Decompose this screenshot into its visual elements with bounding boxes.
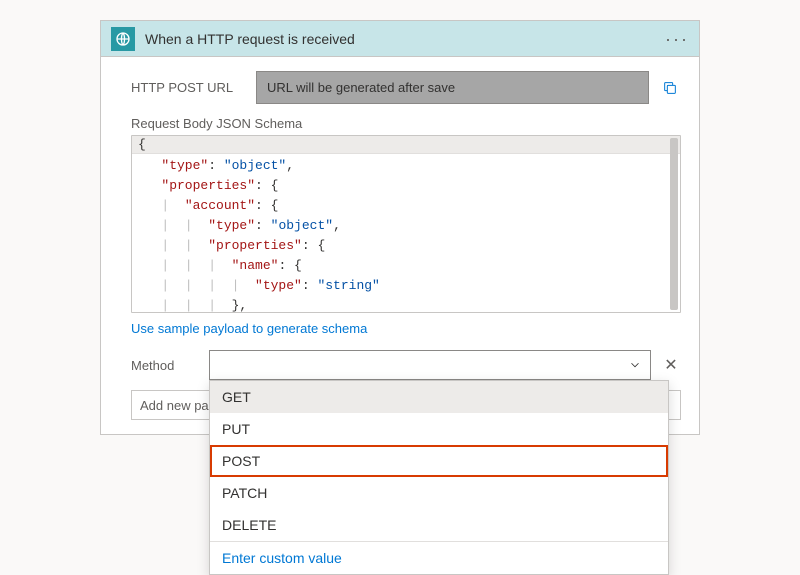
schema-editor[interactable]: { "type": "object", "properties": { | "a… bbox=[131, 135, 681, 313]
card-title: When a HTTP request is received bbox=[145, 31, 665, 47]
http-trigger-icon bbox=[111, 27, 135, 51]
method-option-post[interactable]: POST bbox=[210, 445, 668, 477]
schema-code: "type": "object", "properties": { | "acc… bbox=[132, 154, 680, 313]
url-value: URL will be generated after save bbox=[256, 71, 649, 104]
clear-method-button[interactable]: ✕ bbox=[661, 355, 681, 375]
method-option-delete[interactable]: DELETE bbox=[210, 509, 668, 541]
method-dropdown: GET PUT POST PATCH DELETE Enter custom v… bbox=[209, 380, 669, 575]
method-label: Method bbox=[131, 358, 199, 373]
method-select[interactable] bbox=[209, 350, 651, 380]
method-custom-value[interactable]: Enter custom value bbox=[210, 541, 668, 574]
schema-line-1: { bbox=[132, 136, 680, 154]
method-option-patch[interactable]: PATCH bbox=[210, 477, 668, 509]
schema-label: Request Body JSON Schema bbox=[131, 116, 681, 131]
sample-payload-link[interactable]: Use sample payload to generate schema bbox=[131, 321, 367, 336]
url-label: HTTP POST URL bbox=[131, 80, 246, 95]
method-option-put[interactable]: PUT bbox=[210, 413, 668, 445]
method-option-get[interactable]: GET bbox=[210, 381, 668, 413]
chevron-down-icon bbox=[628, 358, 642, 372]
trigger-card: When a HTTP request is received ··· HTTP… bbox=[100, 20, 700, 435]
copy-url-button[interactable] bbox=[659, 77, 681, 99]
card-header[interactable]: When a HTTP request is received ··· bbox=[101, 21, 699, 57]
card-menu-button[interactable]: ··· bbox=[665, 34, 689, 44]
